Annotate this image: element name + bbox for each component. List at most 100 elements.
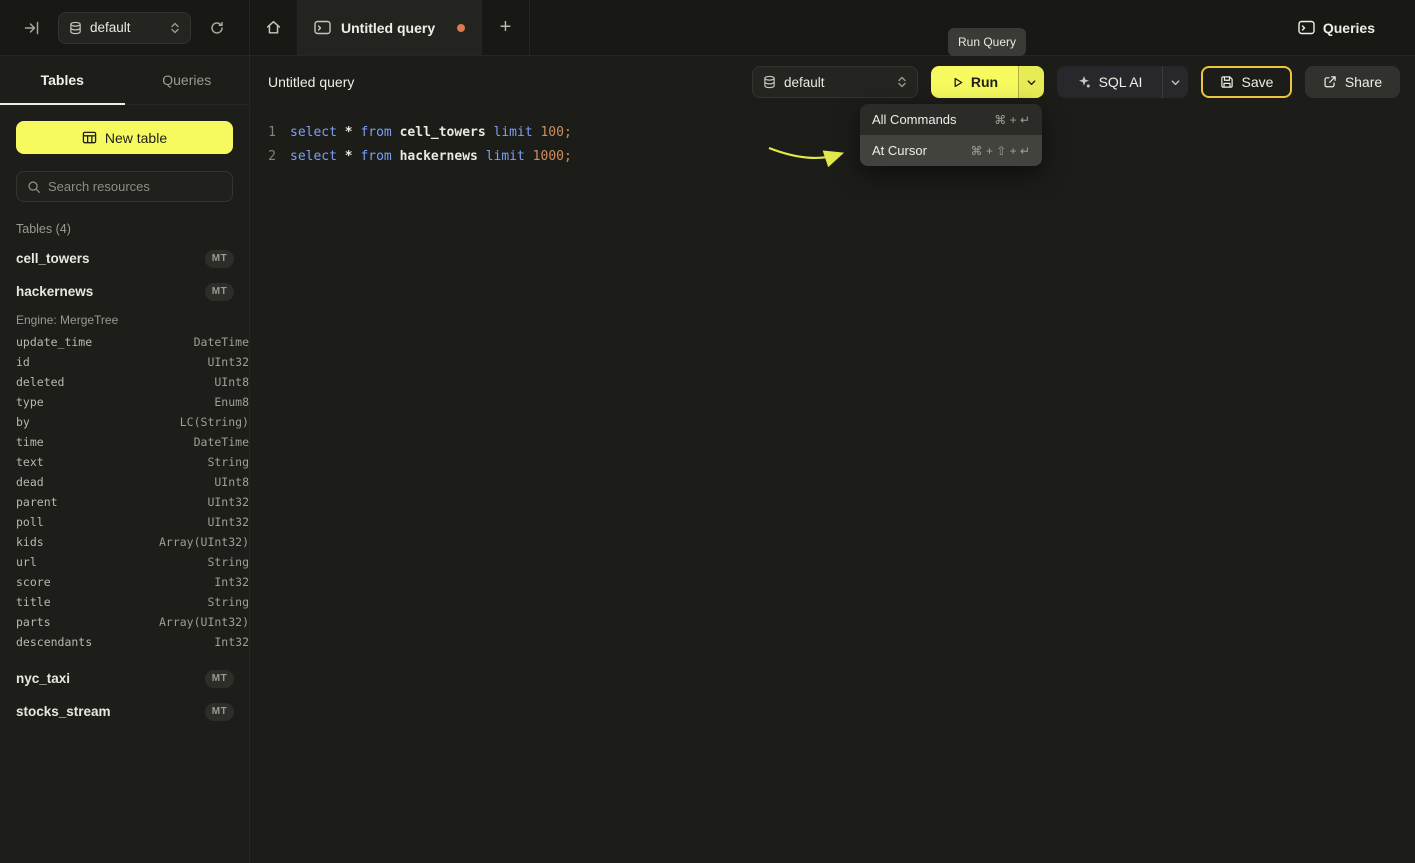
plus-icon: + xyxy=(500,16,512,39)
sql-editor[interactable]: 1select * from cell_towers limit 100;2se… xyxy=(250,108,1415,863)
editor-header: Untitled query default xyxy=(250,56,1415,108)
column-type: UInt32 xyxy=(207,515,249,529)
column-row[interactable]: timeDateTime xyxy=(16,432,249,452)
refresh-icon[interactable] xyxy=(209,20,225,36)
column-row[interactable]: id UInt32 xyxy=(16,352,249,372)
column-name: dead xyxy=(16,475,44,489)
column-row[interactable]: textString xyxy=(16,452,249,472)
search-input[interactable] xyxy=(48,179,224,194)
tab-home[interactable] xyxy=(250,0,298,55)
column-row[interactable]: descendantsInt32 xyxy=(16,632,249,652)
sql-ai-label: SQL AI xyxy=(1099,74,1143,90)
code-line[interactable]: 1select * from cell_towers limit 100; xyxy=(262,120,1415,144)
column-row[interactable]: title String xyxy=(16,592,249,612)
home-icon xyxy=(265,19,282,36)
column-name: url xyxy=(16,555,37,569)
share-icon xyxy=(1323,75,1337,89)
table-name: cell_towers xyxy=(16,251,90,266)
column-row[interactable]: typeEnum8 xyxy=(16,392,249,412)
engine-badge: MT xyxy=(205,283,234,301)
sql-ai-button[interactable]: SQL AI xyxy=(1057,66,1162,98)
save-button[interactable]: Save xyxy=(1201,66,1292,98)
table-item[interactable]: cell_towers MT xyxy=(16,242,249,275)
column-row[interactable]: deleted UInt8 xyxy=(16,372,249,392)
sql-ai-caret[interactable] xyxy=(1162,66,1188,98)
code-lines: 1select * from cell_towers limit 100;2se… xyxy=(262,120,1415,168)
database-selector[interactable]: default xyxy=(58,12,191,44)
editor-database-selector[interactable]: default xyxy=(752,66,918,98)
chevron-updown-icon xyxy=(170,21,180,35)
run-menu-item-shortcut: ⌘ + ↵ xyxy=(994,113,1030,127)
column-type: Int32 xyxy=(214,575,249,589)
table-item[interactable]: stocks_streamMT xyxy=(16,695,249,728)
column-name: kids xyxy=(16,535,44,549)
column-row[interactable]: pollUInt32 xyxy=(16,512,249,532)
column-type: Int32 xyxy=(214,635,249,649)
column-type: UInt32 xyxy=(207,355,249,369)
share-button[interactable]: Share xyxy=(1305,66,1400,98)
column-type: UInt32 xyxy=(207,495,249,509)
new-tab-button[interactable]: + xyxy=(482,0,530,55)
column-name: score xyxy=(16,575,51,589)
column-name: title xyxy=(16,595,51,609)
column-name: deleted xyxy=(16,375,64,389)
unsaved-indicator-dot xyxy=(457,24,465,32)
database-icon xyxy=(763,75,776,89)
run-menu-item-label: At Cursor xyxy=(872,143,927,158)
code-text: select * from hackernews limit 1000; xyxy=(290,149,572,164)
database-selector-value: default xyxy=(90,20,162,35)
save-icon xyxy=(1220,75,1234,89)
column-type: UInt8 xyxy=(214,375,249,389)
table-name: nyc_taxi xyxy=(16,671,70,686)
column-name: time xyxy=(16,435,44,449)
tab-label: Untitled query xyxy=(341,20,447,36)
sql-ai-sparkle-icon xyxy=(1077,75,1091,89)
column-type: Enum8 xyxy=(214,395,249,409)
sidebar: Tables Queries New table xyxy=(0,56,250,863)
run-query-tooltip-label: Run Query xyxy=(958,35,1016,49)
column-type: DateTime xyxy=(194,335,249,349)
run-options-caret[interactable] xyxy=(1018,66,1044,98)
run-menu-item[interactable]: At Cursor⌘ + ⇧ + ↵ xyxy=(860,135,1042,166)
run-split-button: Run xyxy=(931,66,1044,98)
collapse-sidebar-icon[interactable] xyxy=(24,20,40,36)
tables-section-title: Tables (4) xyxy=(0,222,249,236)
queries-icon xyxy=(1298,20,1315,35)
sidebar-tab-queries[interactable]: Queries xyxy=(125,56,250,104)
table-name: stocks_stream xyxy=(16,704,111,719)
column-row[interactable]: urlString xyxy=(16,552,249,572)
column-name: parts xyxy=(16,615,51,629)
sidebar-tabs: Tables Queries xyxy=(0,56,249,105)
sidebar-tab-tables-label: Tables xyxy=(41,72,84,88)
table-grid-icon xyxy=(82,130,97,145)
column-row[interactable]: parts Array(UInt32) xyxy=(16,612,249,632)
column-row[interactable]: score Int32 xyxy=(16,572,249,592)
column-type: String xyxy=(207,595,249,609)
search-icon xyxy=(27,180,41,194)
sidebar-tab-tables[interactable]: Tables xyxy=(0,56,125,104)
column-row[interactable]: dead UInt8 xyxy=(16,472,249,492)
column-type: Array(UInt32) xyxy=(159,615,249,629)
column-type: UInt8 xyxy=(214,475,249,489)
run-menu-item[interactable]: All Commands ⌘ + ↵ xyxy=(860,104,1042,135)
column-row[interactable]: update_timeDateTime xyxy=(16,332,249,352)
column-row[interactable]: parent UInt32 xyxy=(16,492,249,512)
new-table-button[interactable]: New table xyxy=(16,121,233,154)
run-button[interactable]: Run xyxy=(931,66,1018,98)
run-menu-item-label: All Commands xyxy=(872,112,957,127)
column-name: text xyxy=(16,455,44,469)
code-line[interactable]: 2select * from hackernews limit 1000; xyxy=(262,144,1415,168)
column-row[interactable]: kidsArray(UInt32) xyxy=(16,532,249,552)
column-row[interactable]: byLC(String) xyxy=(16,412,249,432)
table-name: hackernews xyxy=(16,284,93,299)
database-icon xyxy=(69,21,82,35)
body: Tables Queries New table xyxy=(0,56,1415,863)
queries-button[interactable]: Queries xyxy=(1298,20,1375,36)
engine-badge: MT xyxy=(205,250,234,268)
column-name: id xyxy=(16,355,30,369)
table-item[interactable]: hackernews MT xyxy=(16,275,249,308)
tab-untitled-query[interactable]: Untitled query xyxy=(298,0,482,55)
table-item[interactable]: nyc_taxiMT xyxy=(16,662,249,695)
column-name: parent xyxy=(16,495,58,509)
query-console-icon xyxy=(314,20,331,35)
